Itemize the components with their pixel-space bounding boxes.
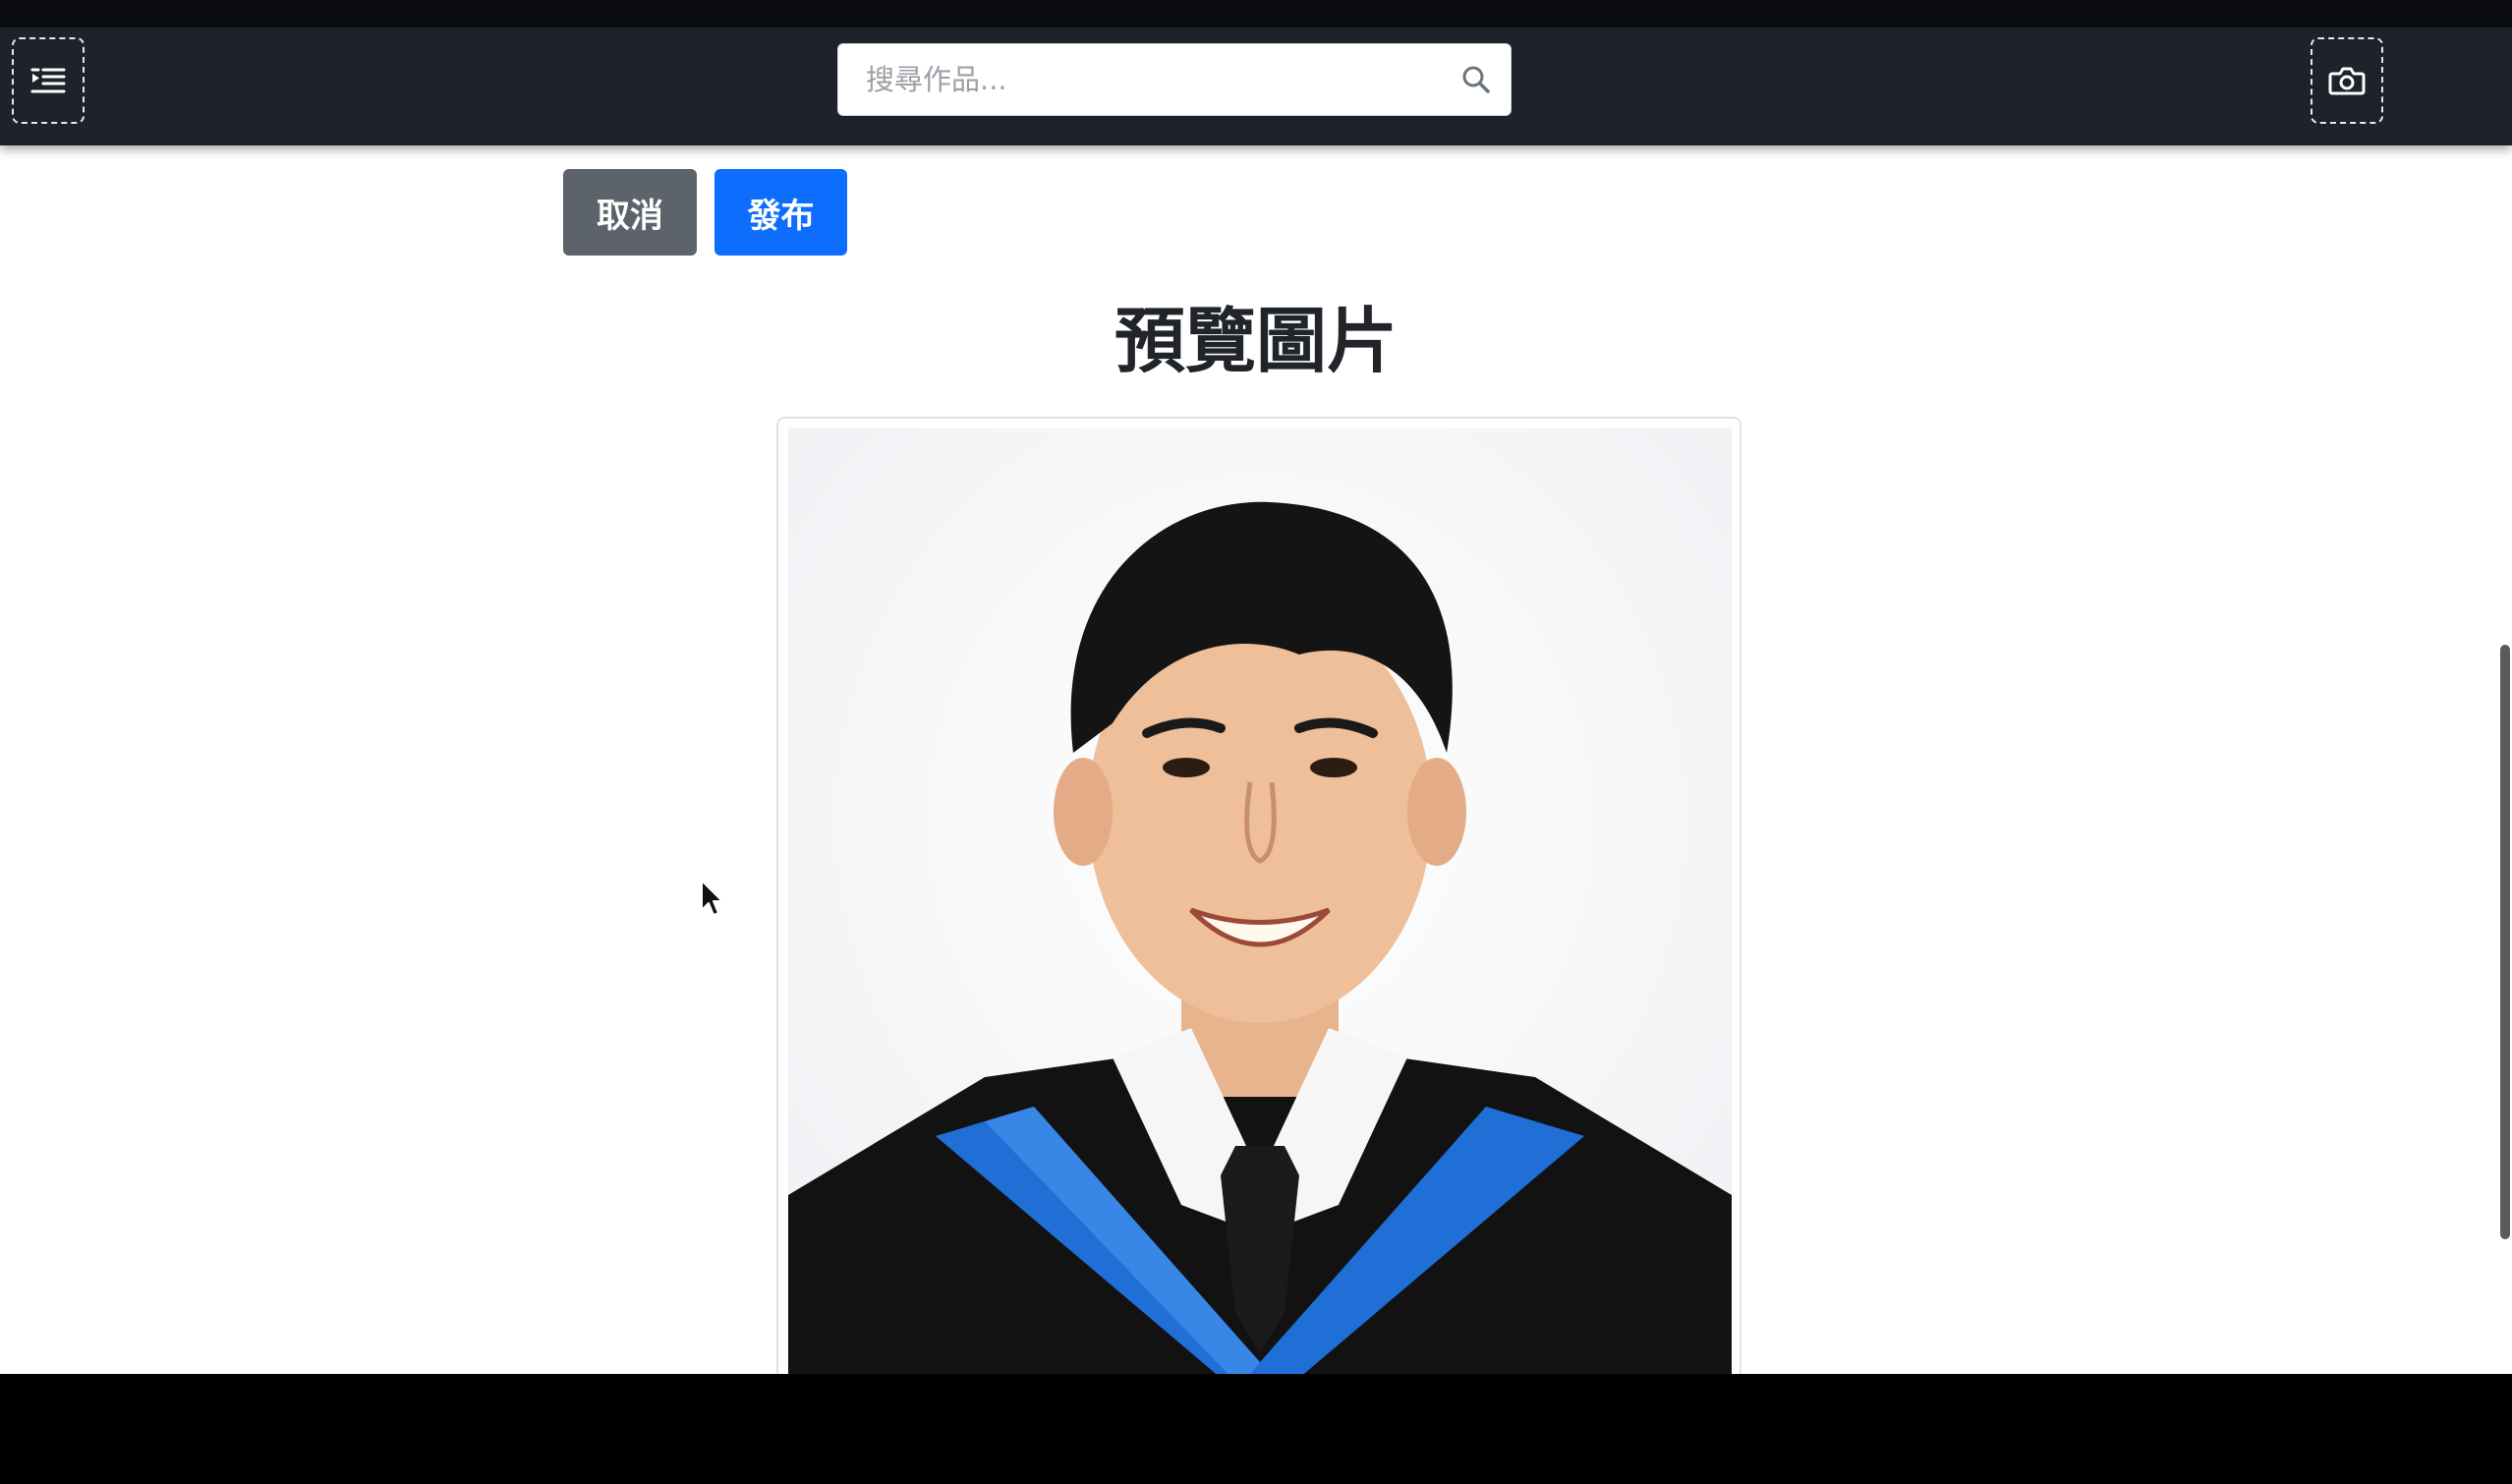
preview-title: 預覽圖片 (1113, 300, 1398, 382)
search-box (837, 43, 1512, 116)
mouse-cursor-icon (700, 879, 725, 922)
preview-image (788, 428, 1732, 1374)
scrollbar-thumb[interactable] (2500, 645, 2510, 1239)
camera-button[interactable] (2311, 37, 2383, 124)
window-top-strip (0, 0, 2512, 28)
preview-image-card (776, 417, 1741, 1374)
navbar (0, 28, 2512, 145)
vertical-scrollbar[interactable] (2496, 145, 2512, 1374)
search-button[interactable] (1442, 44, 1511, 115)
graduate-portrait-photo (788, 428, 1732, 1374)
cancel-button[interactable]: 取消 (563, 169, 697, 256)
sidebar-toggle-button[interactable] (12, 37, 85, 124)
menu-indent-icon (30, 68, 66, 93)
camera-icon (2328, 67, 2366, 95)
main-content: 取消 發布 預覽圖片 (0, 145, 2512, 1374)
publish-button[interactable]: 發布 (714, 169, 847, 256)
window-bottom-bar (0, 1374, 2512, 1484)
search-icon (1462, 66, 1490, 93)
search-input[interactable] (838, 43, 1442, 116)
